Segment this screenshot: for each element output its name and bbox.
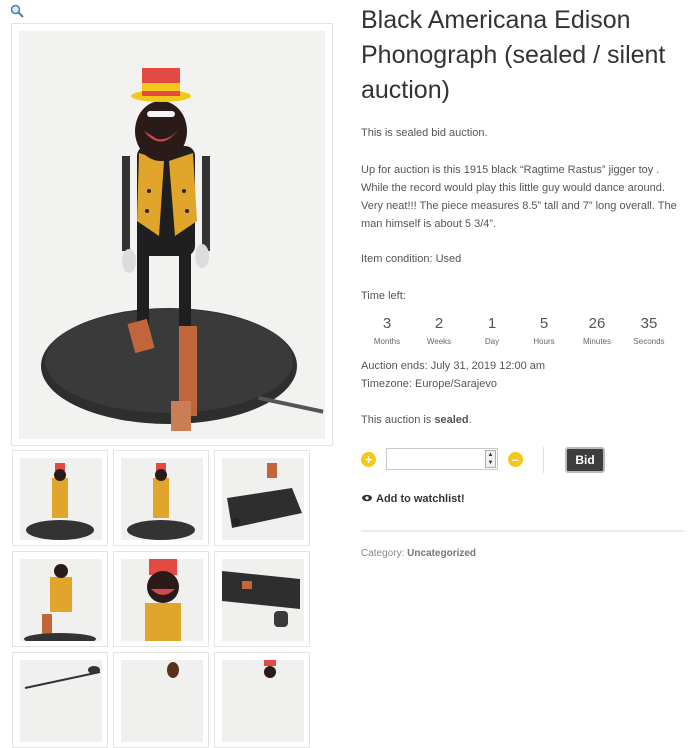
sealed-word: sealed xyxy=(434,414,469,426)
product-category: Category: Uncategorized xyxy=(361,548,476,559)
countdown-value: 35 xyxy=(640,315,658,332)
add-to-watchlist-link[interactable]: Add to watchlist! xyxy=(362,493,465,505)
countdown-seconds: 35 Seconds xyxy=(623,315,675,349)
time-left-label: Time left: xyxy=(361,290,406,302)
category-label: Category: xyxy=(361,548,408,559)
minus-icon[interactable]: – xyxy=(508,452,523,467)
thumbnail-3[interactable] xyxy=(214,450,310,546)
main-product-image[interactable] xyxy=(11,23,333,446)
countdown-value: 26 xyxy=(588,315,606,332)
item-condition: Item condition: Used xyxy=(361,253,462,265)
countdown-minutes: 26 Minutes xyxy=(571,315,623,349)
countdown-value: 2 xyxy=(434,315,444,332)
thumbnail-8[interactable] xyxy=(113,652,209,748)
countdown-hours: 5 Hours xyxy=(518,315,570,349)
countdown-label: Weeks xyxy=(426,337,452,346)
eye-icon xyxy=(362,493,372,505)
countdown-label: Months xyxy=(373,337,401,346)
thumbnail-7[interactable] xyxy=(12,652,108,748)
sealed-suffix: . xyxy=(468,414,472,426)
divider xyxy=(361,530,684,532)
auction-type-text: This is sealed bid auction. xyxy=(361,127,488,139)
countdown-day: 1 Day xyxy=(466,315,518,349)
thumbnail-6[interactable] xyxy=(214,551,310,647)
auction-timezone: Timezone: Europe/Sarajevo xyxy=(361,378,497,390)
thumbnail-2[interactable] xyxy=(113,450,209,546)
thumbnail-5[interactable] xyxy=(113,551,209,647)
countdown-label: Seconds xyxy=(633,337,665,346)
sealed-notice: This auction is sealed. xyxy=(361,411,687,429)
countdown-label: Day xyxy=(484,337,500,346)
thumbnail-9[interactable] xyxy=(214,652,310,748)
bid-spinner[interactable]: ▲ ▼ xyxy=(485,450,496,468)
countdown-months: 3 Months xyxy=(361,315,413,349)
watchlist-label: Add to watchlist! xyxy=(376,493,465,505)
auction-end-date: Auction ends: July 31, 2019 12:00 am xyxy=(361,360,546,372)
thumbnail-1[interactable] xyxy=(12,450,108,546)
countdown-value: 3 xyxy=(382,315,392,332)
plus-icon[interactable]: + xyxy=(361,452,376,467)
divider xyxy=(543,447,544,473)
countdown-value: 5 xyxy=(539,315,549,332)
bid-button[interactable]: Bid xyxy=(565,447,605,473)
countdown-value: 1 xyxy=(487,315,497,332)
sealed-prefix: This auction is xyxy=(361,414,435,426)
category-link[interactable]: Uncategorized xyxy=(407,548,476,559)
countdown-label: Minutes xyxy=(582,337,611,346)
countdown-timer: 3 Months 2 Weeks 1 Day 5 Hours 26 Minute… xyxy=(361,315,681,351)
countdown-label: Hours xyxy=(533,337,555,346)
product-description: Up for auction is this 1915 black “Ragti… xyxy=(361,164,677,230)
bid-amount-input[interactable] xyxy=(386,448,498,470)
magnifier-icon[interactable] xyxy=(10,4,24,18)
countdown-weeks: 2 Weeks xyxy=(413,315,465,349)
product-title: Black Americana Edison Phonograph (seale… xyxy=(361,6,666,104)
thumbnail-4[interactable] xyxy=(12,551,108,647)
